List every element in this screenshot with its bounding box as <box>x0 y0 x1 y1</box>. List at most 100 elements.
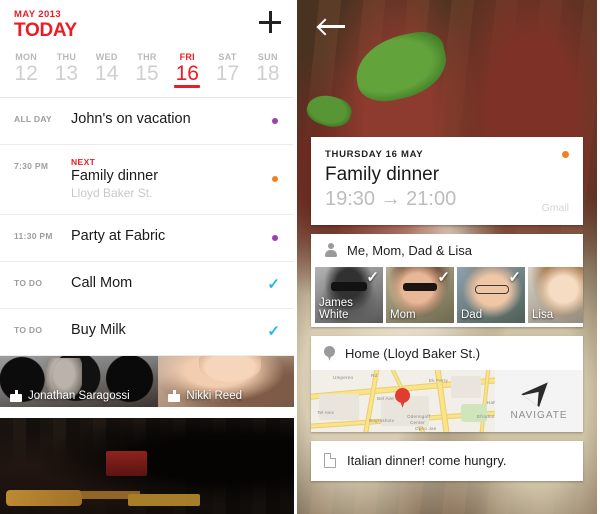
attendees-summary: Me, Mom, Dad & Lisa <box>347 242 472 258</box>
calendar-color-dot <box>272 234 278 241</box>
day-cell-wed[interactable]: WED 14 <box>87 52 127 94</box>
attendee-avatars: ✓ James White ✓ Mom ✓ Dad Lisa <box>311 266 583 327</box>
todo-check-icon[interactable]: ✓ <box>267 324 280 339</box>
page-title: TODAY <box>14 20 77 41</box>
accepted-check-icon: ✓ <box>366 268 379 286</box>
location-name: Home (Lloyd Baker St.) <box>345 345 481 361</box>
day-number: 17 <box>215 61 240 85</box>
event-detail-panel: THURSDAY 16 MAY Family dinner 19:30 → 21… <box>297 0 597 514</box>
add-event-button[interactable] <box>259 11 281 33</box>
event-time-range: 19:30 → 21:00 <box>325 187 457 210</box>
attendees-header[interactable]: Me, Mom, Dad & Lisa <box>311 243 583 267</box>
day-cell-fri-selected[interactable]: FRI 16 <box>167 52 207 94</box>
event-body: Party at Fabric <box>66 227 272 246</box>
avatar[interactable]: ✓ Dad <box>457 266 525 323</box>
map-label: Efrodno Sqw <box>477 413 495 419</box>
map-row: Umpereo Rd Bel Ave Rd Ek Ferry Zainards … <box>311 369 583 432</box>
app-root: MAY 2013 TODAY MON 12 THU 13 WED 14 THR <box>0 0 600 514</box>
day-name: WED <box>95 51 118 62</box>
back-arrow-icon[interactable] <box>319 18 345 34</box>
day-cell-thr[interactable]: THR 15 <box>127 52 167 94</box>
attendees-card: Me, Mom, Dad & Lisa ✓ James White ✓ Mom <box>311 233 583 327</box>
todo-check-icon[interactable]: ✓ <box>267 277 280 292</box>
day-number: 16 <box>175 61 199 85</box>
note-icon <box>324 452 336 468</box>
birthday-label: Nikki Reed <box>158 389 294 402</box>
day-name: THR <box>137 51 157 62</box>
avatar[interactable]: Lisa <box>528 266 583 323</box>
agenda-panel: MAY 2013 TODAY MON 12 THU 13 WED 14 THR <box>0 0 297 514</box>
map-label: Odenngoff <box>407 413 431 419</box>
day-name: FRI <box>179 51 195 62</box>
accepted-check-icon: ✓ <box>508 268 521 286</box>
avatar[interactable]: ✓ Mom <box>386 266 454 323</box>
map-label: Center <box>410 419 425 425</box>
event-title: Party at Fabric <box>71 227 166 244</box>
calendar-color-dot <box>272 117 278 124</box>
day-cell-sun[interactable]: SUN 18 <box>248 52 288 94</box>
map-preview[interactable]: Umpereo Rd Bel Ave Rd Ek Ferry Zainards … <box>311 369 495 432</box>
note-text: Italian dinner! come hungry. <box>347 452 507 468</box>
avatar-name: Dad <box>461 308 483 321</box>
navigate-button[interactable]: NAVIGATE <box>495 369 583 432</box>
list-item[interactable]: ALL DAY John's on vacation <box>0 96 294 144</box>
map-block <box>451 375 481 398</box>
agenda-header: MAY 2013 TODAY <box>0 0 294 41</box>
day-cell-mon[interactable]: MON 12 <box>6 52 46 94</box>
day-number: 15 <box>135 61 159 85</box>
birthday-name: Jonathan Saragossi <box>28 389 130 402</box>
event-title: Buy Milk <box>71 321 126 338</box>
event-title: John's on vacation <box>71 110 191 127</box>
map-label: Umpereo <box>333 374 354 380</box>
navigate-label: NAVIGATE <box>510 409 568 421</box>
avatar-name: Lisa <box>532 308 554 321</box>
person-icon <box>324 243 338 258</box>
list-item[interactable]: TO DO Call Mom ✓ <box>0 260 294 308</box>
birthday-name: Nikki Reed <box>186 389 242 402</box>
event-location: Lloyd Baker St. <box>71 186 153 201</box>
event-title: Family dinner <box>325 164 440 185</box>
event-time: 7:30 PM <box>14 160 49 171</box>
list-item[interactable]: 7:30 PM NEXT Family dinner Lloyd Baker S… <box>0 143 294 214</box>
next-badge: NEXT <box>71 156 96 167</box>
day-cell-sat[interactable]: SAT 17 <box>207 52 247 94</box>
map-label: Bograshotv <box>369 417 395 423</box>
list-item[interactable]: 11:30 PM Party at Fabric <box>0 213 294 261</box>
day-name: SUN <box>257 51 278 62</box>
day-number: 13 <box>54 61 79 85</box>
event-body: Call Mom <box>66 274 267 293</box>
gift-icon <box>10 389 22 402</box>
location-header[interactable]: Home (Lloyd Baker St.) <box>311 345 583 370</box>
avatar-name: Mom <box>390 308 416 321</box>
avatar-name: James White <box>319 296 353 321</box>
month-label: MAY 2013 <box>14 9 62 20</box>
pin-icon <box>324 345 335 361</box>
map-label: Ek Ferry <box>429 377 448 383</box>
event-body: John's on vacation <box>66 110 272 129</box>
avatar[interactable]: ✓ James White <box>315 266 383 323</box>
day-cell-thu[interactable]: THU 13 <box>46 52 86 94</box>
day-name: MON <box>15 51 38 62</box>
note-card[interactable]: Italian dinner! come hungry. <box>311 440 583 481</box>
map-label: Opho Jan <box>415 425 437 431</box>
map-block <box>319 393 359 420</box>
event-summary-card[interactable]: THURSDAY 16 MAY Family dinner 19:30 → 21… <box>311 137 583 225</box>
event-title: Call Mom <box>71 274 133 291</box>
birthday-card[interactable]: Nikki Reed <box>158 355 294 407</box>
birthday-label: Jonathan Saragossi <box>0 389 158 402</box>
calendar-color-dot <box>272 176 278 183</box>
map-label: Tel Aviv <box>317 409 335 415</box>
list-item[interactable]: TO DO Buy Milk ✓ <box>0 307 294 355</box>
day-number: 12 <box>14 61 38 85</box>
background-photo <box>0 418 294 514</box>
event-title: Family dinner <box>71 167 159 184</box>
location-card: Home (Lloyd Baker St.) Umpereo Rd Bel Av… <box>311 335 583 432</box>
basil-leaf-decoration <box>349 27 453 107</box>
navigation-arrow-icon <box>521 375 557 407</box>
map-park <box>461 403 487 422</box>
map-label: HaNavi'Ct <box>487 399 495 405</box>
event-time: TO DO <box>14 277 43 288</box>
birthday-card[interactable]: Jonathan Saragossi <box>0 355 159 407</box>
event-source-label: Gmail <box>541 201 569 214</box>
event-time: TO DO <box>14 324 43 335</box>
